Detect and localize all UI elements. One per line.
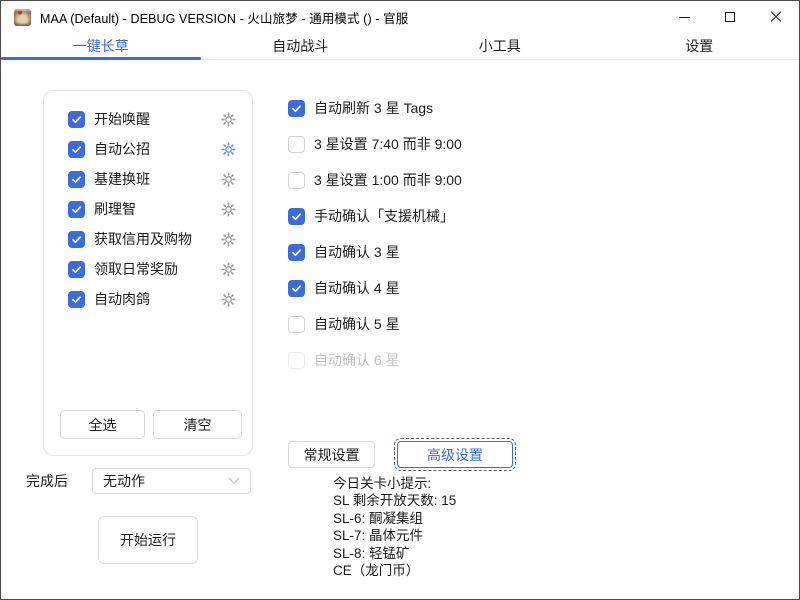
- option-label: 自动刷新 3 星 Tags: [314, 98, 433, 118]
- tab-label: 小工具: [479, 36, 521, 56]
- task-rows: 开始唤醒 自动公招 基建换班 刷理智 获取信用及购物: [44, 91, 252, 314]
- titlebar: MAA (Default) - DEBUG VERSION - 火山旅梦 - 通…: [1, 1, 799, 33]
- recruit-row-manual-robot[interactable]: 手动确认「支援机械」: [288, 198, 538, 234]
- main-tabbar: 一键长草 自动战斗 小工具 设置: [1, 33, 799, 60]
- tab-label: 自动战斗: [272, 36, 328, 56]
- close-button[interactable]: [753, 1, 799, 33]
- task-row-award[interactable]: 领取日常奖励: [44, 254, 252, 284]
- task-label: 自动肉鸽: [94, 289, 150, 309]
- gear-icon[interactable]: [220, 261, 237, 278]
- option-label: 3 星设置 1:00 而非 9:00: [314, 170, 462, 190]
- checkbox[interactable]: [288, 208, 305, 225]
- task-label: 刷理智: [94, 199, 136, 219]
- checkbox[interactable]: [68, 111, 85, 128]
- checkbox[interactable]: [68, 231, 85, 248]
- checkbox[interactable]: [68, 261, 85, 278]
- gear-icon[interactable]: [220, 111, 237, 128]
- task-row-roguelike[interactable]: 自动肉鸽: [44, 284, 252, 314]
- minimize-icon: [679, 17, 690, 18]
- task-label: 获取信用及购物: [94, 229, 192, 249]
- tab-onekey-farming[interactable]: 一键长草: [1, 33, 201, 59]
- option-label: 自动确认 4 星: [314, 278, 400, 298]
- task-row-mall[interactable]: 获取信用及购物: [44, 224, 252, 254]
- option-label: 自动确认 5 星: [314, 314, 400, 334]
- checkbox[interactable]: [288, 280, 305, 297]
- after-complete-dropdown[interactable]: 无动作: [92, 468, 251, 494]
- general-settings-button[interactable]: 常规设置: [288, 441, 375, 468]
- checkbox[interactable]: [288, 100, 305, 117]
- task-label: 开始唤醒: [94, 109, 150, 129]
- minimize-button[interactable]: [661, 1, 707, 33]
- checkbox[interactable]: [288, 172, 305, 189]
- checkbox[interactable]: [68, 141, 85, 158]
- close-icon: [770, 11, 782, 23]
- recruit-options: 自动刷新 3 星 Tags 3 星设置 7:40 而非 9:00 3 星设置 1…: [288, 90, 538, 378]
- task-label: 自动公招: [94, 139, 150, 159]
- option-label: 3 星设置 7:40 而非 9:00: [314, 134, 462, 154]
- checkbox: [288, 352, 305, 369]
- chevron-down-icon: [228, 477, 240, 485]
- tab-settings[interactable]: 设置: [600, 33, 800, 59]
- app-window: MAA (Default) - DEBUG VERSION - 火山旅梦 - 通…: [0, 0, 800, 600]
- gear-icon[interactable]: [220, 201, 237, 218]
- gear-icon[interactable]: [220, 171, 237, 188]
- tips-line: SL-6: 酮凝集组: [333, 510, 456, 527]
- recruit-row-confirm-5star[interactable]: 自动确认 5 星: [288, 306, 538, 342]
- clear-button[interactable]: 清空: [153, 410, 242, 439]
- window-title: MAA (Default) - DEBUG VERSION - 火山旅梦 - 通…: [40, 8, 408, 27]
- option-label: 手动确认「支援机械」: [314, 206, 454, 226]
- task-row-wakeup[interactable]: 开始唤醒: [44, 104, 252, 134]
- checkbox[interactable]: [68, 171, 85, 188]
- app-icon: [14, 9, 31, 26]
- checkbox[interactable]: [288, 136, 305, 153]
- tips-line: 今日关卡小提示:: [333, 475, 456, 492]
- tips-line: SL 剩余开放天数: 15: [333, 492, 456, 509]
- gear-icon[interactable]: [220, 291, 237, 308]
- checkbox[interactable]: [288, 316, 305, 333]
- select-all-button[interactable]: 全选: [60, 410, 145, 439]
- checkbox[interactable]: [288, 244, 305, 261]
- tips-line: SL-8: 轻锰矿: [333, 545, 456, 562]
- advanced-settings-button[interactable]: 高级设置: [397, 441, 513, 468]
- recruit-row-refresh-tags[interactable]: 自动刷新 3 星 Tags: [288, 90, 538, 126]
- window-controls: [661, 1, 799, 33]
- option-label: 自动确认 6 星: [314, 350, 400, 370]
- after-complete-label: 完成后: [26, 468, 68, 494]
- tab-label: 设置: [685, 36, 713, 56]
- gear-icon[interactable]: [220, 231, 237, 248]
- recruit-row-740-time[interactable]: 3 星设置 7:40 而非 9:00: [288, 126, 538, 162]
- recruit-row-confirm-4star[interactable]: 自动确认 4 星: [288, 270, 538, 306]
- dropdown-value: 无动作: [103, 471, 145, 491]
- gear-icon[interactable]: [220, 141, 237, 158]
- task-row-recruit[interactable]: 自动公招: [44, 134, 252, 164]
- checkbox[interactable]: [68, 201, 85, 218]
- tab-auto-battle[interactable]: 自动战斗: [201, 33, 401, 59]
- task-row-infrast[interactable]: 基建换班: [44, 164, 252, 194]
- task-label: 基建换班: [94, 169, 150, 189]
- maximize-icon: [725, 12, 735, 22]
- tips-line: CE（龙门币）: [333, 562, 456, 579]
- option-label: 自动确认 3 星: [314, 242, 400, 262]
- task-label: 领取日常奖励: [94, 259, 178, 279]
- tips-line: SL-7: 晶体元件: [333, 527, 456, 544]
- task-list-panel: 开始唤醒 自动公招 基建换班 刷理智 获取信用及购物: [43, 90, 253, 456]
- task-row-fight[interactable]: 刷理智: [44, 194, 252, 224]
- stage-tips: 今日关卡小提示: SL 剩余开放天数: 15 SL-6: 酮凝集组 SL-7: …: [333, 475, 456, 579]
- tab-label: 一键长草: [73, 36, 129, 56]
- checkbox[interactable]: [68, 291, 85, 308]
- maximize-button[interactable]: [707, 1, 753, 33]
- recruit-row-100-time[interactable]: 3 星设置 1:00 而非 9:00: [288, 162, 538, 198]
- recruit-row-confirm-3star[interactable]: 自动确认 3 星: [288, 234, 538, 270]
- start-run-button[interactable]: 开始运行: [98, 516, 198, 564]
- recruit-row-confirm-6star: 自动确认 6 星: [288, 342, 538, 378]
- tab-tools[interactable]: 小工具: [400, 33, 600, 59]
